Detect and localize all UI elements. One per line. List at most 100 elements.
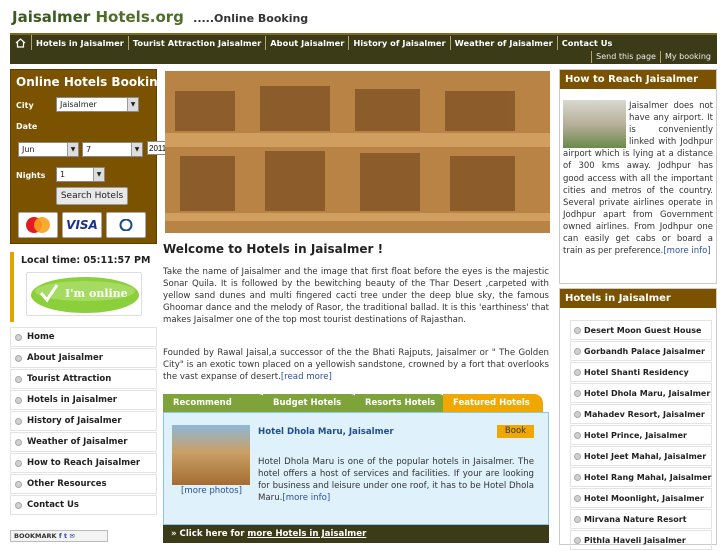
visa-icon: VISA <box>62 212 102 238</box>
menu-item-history[interactable]: History of Jaisalmer <box>10 411 157 431</box>
bullet-icon <box>15 459 22 467</box>
logo-tagline: .....Online Booking <box>193 12 309 25</box>
menu-label: Contact Us <box>27 500 79 510</box>
featured-hotel-panel: [more photos] Hotel Dhola Maru, Jaisalme… <box>163 412 549 525</box>
menu-item-contact[interactable]: Contact Us <box>10 495 157 515</box>
how-to-reach-panel: How to Reach Jaisalmer Jaisalmer does no… <box>559 69 717 284</box>
day-value: 7 <box>86 145 92 154</box>
side-menu: Home About Jaisalmer Tourist Attraction … <box>10 327 157 516</box>
menu-item-tourist[interactable]: Tourist Attraction <box>10 369 157 389</box>
history-paragraph: Founded by Rawal Jaisal,a successor of t… <box>163 347 549 383</box>
nav-weather[interactable]: Weather of Jaisalmer <box>451 36 558 50</box>
reach-title: How to Reach Jaisalmer <box>560 70 716 89</box>
month-select[interactable]: Jun ▼ <box>18 142 79 157</box>
menu-label: Weather of Jaisalmer <box>27 437 128 447</box>
bullet-icon <box>574 347 581 355</box>
bookmark-label: BOOKMARK <box>14 532 57 540</box>
hotel-thumbnail[interactable] <box>172 425 250 485</box>
hotel-list-label: Gorbandh Palace Jaisalmer <box>584 346 705 356</box>
hotel-list-item[interactable]: Hotel Moonlight, Jaisalmer <box>570 488 712 508</box>
bullet-icon <box>574 431 581 439</box>
booking-title: Online Hotels Booking ! <box>16 75 176 89</box>
hotel-list-item[interactable]: Mahadev Resort, Jaisalmer <box>570 404 712 424</box>
hotel-description: Hotel Dhola Maru is one of the popular h… <box>258 456 534 504</box>
bullet-icon <box>574 368 581 376</box>
bullet-icon <box>15 396 22 404</box>
bullet-icon <box>15 438 22 446</box>
nav-hotels[interactable]: Hotels in Jaisalmer <box>32 36 129 50</box>
page-title: Welcome to Hotels in Jaisalmer ! <box>163 242 384 256</box>
menu-item-home[interactable]: Home <box>10 327 157 347</box>
diners-club-icon <box>106 212 146 238</box>
city-select[interactable]: Jaisalmer ▼ <box>56 97 139 112</box>
menu-item-weather[interactable]: Weather of Jaisalmer <box>10 432 157 452</box>
reach-text-block: Jaisalmer does not have any airport. It … <box>563 100 713 257</box>
nav-about[interactable]: About Jaisalmer <box>266 36 350 50</box>
more-photos-link[interactable]: [more photos] <box>181 486 242 496</box>
hotel-list-label: Mirvana Nature Resort <box>584 514 687 524</box>
hotel-tabs: Recommend Hotels Budget Hotels Resorts H… <box>163 394 549 426</box>
tab-resorts-hotels[interactable]: Resorts Hotels <box>355 394 447 412</box>
send-page-link[interactable]: Send this page <box>591 51 660 63</box>
bullet-icon <box>15 375 22 383</box>
menu-label: Tourist Attraction <box>27 374 112 384</box>
city-label: City <box>16 101 34 110</box>
menu-item-reach[interactable]: How to Reach Jaisalmer <box>10 453 157 473</box>
book-button[interactable]: Book <box>497 425 534 438</box>
my-booking-link[interactable]: My booking <box>659 51 715 63</box>
menu-label: Home <box>27 332 55 342</box>
home-icon[interactable] <box>10 35 32 51</box>
sub-nav: Send this page My booking <box>10 50 717 64</box>
bullet-icon <box>574 389 581 397</box>
nav-contact[interactable]: Contact Us <box>558 36 617 50</box>
mastercard-icon <box>18 212 58 238</box>
tab-featured-hotels[interactable]: Featured Hotels <box>443 394 543 412</box>
nights-value: 1 <box>60 170 66 179</box>
bullet-icon <box>15 333 22 341</box>
bullet-icon <box>574 473 581 481</box>
booking-panel: Online Hotels Booking ! City Jaisalmer ▼ … <box>10 69 176 244</box>
bullet-icon <box>15 480 22 488</box>
menu-label: How to Reach Jaisalmer <box>27 458 141 468</box>
hotel-list-item[interactable]: Pithla Haveli Jaisalmer <box>570 530 712 550</box>
hotel-list-item[interactable]: Hotel Shanti Residency <box>570 362 712 382</box>
day-select[interactable]: 7 ▼ <box>82 142 143 157</box>
header: Jaisalmer Hotels.org .....Online Booking <box>0 0 727 33</box>
hotel-list-item[interactable]: Hotel Prince, Jaisalmer <box>570 425 712 445</box>
menu-label: History of Jaisalmer <box>27 416 122 426</box>
top-nav: Hotels in Jaisalmer Tourist Attraction J… <box>10 33 717 51</box>
menu-item-resources[interactable]: Other Resources <box>10 474 157 494</box>
hotel-list-item[interactable]: Hotel Rang Mahal, Jaisalmer <box>570 467 712 487</box>
tab-budget-hotels[interactable]: Budget Hotels <box>263 394 359 412</box>
bullet-icon <box>574 410 581 418</box>
online-status-badge[interactable]: I'm online <box>26 272 142 316</box>
jaisalmer-haveli-photo <box>165 71 550 233</box>
bookmark-button[interactable]: BOOKMARK f t ✉ <box>10 530 108 542</box>
menu-label: About Jaisalmer <box>27 353 103 363</box>
menu-item-hotels[interactable]: Hotels in Jaisalmer <box>10 390 157 410</box>
hotel-list-item[interactable]: Hotel Jeet Mahal, Jaisalmer <box>570 446 712 466</box>
tab-recommend-hotels[interactable]: Recommend Hotels <box>163 394 267 426</box>
reach-more-info-link[interactable]: [more info] <box>663 246 710 256</box>
hotel-name-link[interactable]: Hotel Dhola Maru, Jaisalmer <box>258 427 394 437</box>
hotel-list-item[interactable]: Hotel Dhola Maru, Jaisalmer <box>570 383 712 403</box>
menu-item-about[interactable]: About Jaisalmer <box>10 348 157 368</box>
nav-history[interactable]: History of Jaisalmer <box>349 36 451 50</box>
nights-select[interactable]: 1 ▼ <box>56 167 105 182</box>
hotel-list-label: Hotel Dhola Maru, Jaisalmer <box>584 388 711 398</box>
site-logo[interactable]: Jaisalmer Hotels.org .....Online Booking <box>12 8 308 26</box>
nav-tourist-attraction[interactable]: Tourist Attraction Jaisalmer <box>129 36 267 50</box>
bullet-icon <box>574 536 581 544</box>
hotel-list-item[interactable]: Desert Moon Guest House <box>570 320 712 340</box>
hotel-list-item[interactable]: Gorbandh Palace Jaisalmer <box>570 341 712 361</box>
read-more-link[interactable]: [read more] <box>281 372 332 382</box>
hotel-list-item[interactable]: Mirvana Nature Resort <box>570 509 712 529</box>
more-hotels-bar: » Click here for more Hotels in Jaisalme… <box>163 525 549 543</box>
history-text: Founded by Rawal Jaisal,a successor of t… <box>163 348 549 383</box>
hotel-list-label: Hotel Shanti Residency <box>584 367 689 377</box>
more-info-link[interactable]: [more info] <box>282 493 330 503</box>
hotels-list: Desert Moon Guest House Gorbandh Palace … <box>570 320 712 551</box>
more-hotels-link[interactable]: more Hotels in Jaisalmer <box>247 529 366 539</box>
hotels-list-title: Hotels in Jaisalmer <box>560 289 716 308</box>
search-hotels-button[interactable]: Search Hotels <box>56 187 128 205</box>
